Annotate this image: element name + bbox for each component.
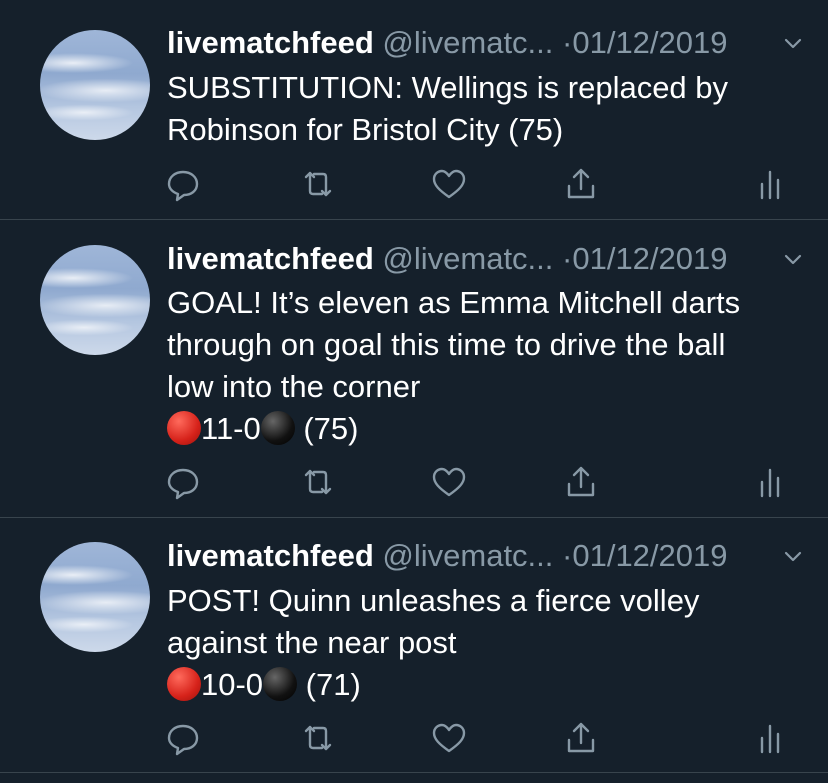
tweet-text-line: SUBSTITUTION: Wellings is replaced by xyxy=(167,70,729,105)
user-handle[interactable]: @livematc... xyxy=(382,25,553,60)
red-ball-icon xyxy=(167,411,201,445)
tweet[interactable]: livematchfeed @livematc... ·01/12/2019 S… xyxy=(0,0,828,220)
score-line: 11-0 (75) xyxy=(167,408,798,450)
tweet-text: GOAL! It’s eleven as Emma Mitchell darts… xyxy=(167,282,798,450)
retweet-icon[interactable] xyxy=(298,718,338,758)
tweet-actions xyxy=(0,164,828,204)
tweet-header: livematchfeed @livematc... ·01/12/2019 xyxy=(167,536,808,576)
retweet-icon[interactable] xyxy=(298,462,338,502)
user-name[interactable]: livematchfeed xyxy=(167,25,374,60)
tweet-header: livematchfeed @livematc... ·01/12/2019 xyxy=(167,239,808,279)
avatar[interactable] xyxy=(40,30,150,140)
tweet-text-line: GOAL! It’s eleven as Emma Mitchell darts xyxy=(167,285,741,320)
share-icon[interactable] xyxy=(561,164,601,204)
tweet[interactable]: livematchfeed @livematc... ·01/12/2019 P… xyxy=(0,518,828,773)
user-handle[interactable]: @livematc... xyxy=(382,241,553,276)
reply-icon[interactable] xyxy=(163,462,203,502)
tweet-actions xyxy=(0,462,828,502)
tweet-date[interactable]: 01/12/2019 xyxy=(572,538,727,573)
like-icon[interactable] xyxy=(429,718,469,758)
black-ball-icon xyxy=(263,667,298,701)
tweet-text-line: low into the corner xyxy=(167,369,421,404)
chevron-down-icon[interactable] xyxy=(778,239,808,279)
separator-dot: · xyxy=(562,538,573,573)
like-icon[interactable] xyxy=(429,164,469,204)
score-text: 11-0 xyxy=(201,411,261,446)
retweet-icon[interactable] xyxy=(298,164,338,204)
tweet-text-line: through on goal this time to drive the b… xyxy=(167,327,726,362)
tweet-actions xyxy=(0,718,828,758)
tweet-text-line: POST! Quinn unleashes a fierce volley xyxy=(167,583,700,618)
tweet-header: livematchfeed @livematc... ·01/12/2019 xyxy=(167,23,808,63)
user-name[interactable]: livematchfeed xyxy=(167,241,374,276)
tweet[interactable]: livematchfeed @livematc... ·01/12/2019 G… xyxy=(0,220,828,518)
match-minute: (75) xyxy=(294,411,359,446)
user-name[interactable]: livematchfeed xyxy=(167,538,374,573)
tweet-text: SUBSTITUTION: Wellings is replaced by Ro… xyxy=(167,67,798,151)
avatar[interactable] xyxy=(40,245,150,355)
tweet-text-line: against the near post xyxy=(167,625,457,660)
reply-icon[interactable] xyxy=(163,718,203,758)
avatar[interactable] xyxy=(40,542,150,652)
user-handle[interactable]: @livematc... xyxy=(382,538,553,573)
score-line: 10-0 (71) xyxy=(167,664,798,706)
analytics-icon[interactable] xyxy=(750,164,790,204)
tweet-date[interactable]: 01/12/2019 xyxy=(572,241,727,276)
share-icon[interactable] xyxy=(561,462,601,502)
like-icon[interactable] xyxy=(429,462,469,502)
red-ball-icon xyxy=(167,667,201,701)
share-icon[interactable] xyxy=(561,718,601,758)
chevron-down-icon[interactable] xyxy=(778,536,808,576)
reply-icon[interactable] xyxy=(163,164,203,204)
tweet-date[interactable]: 01/12/2019 xyxy=(572,25,727,60)
chevron-down-icon[interactable] xyxy=(778,23,808,63)
separator-dot: · xyxy=(562,241,573,276)
analytics-icon[interactable] xyxy=(750,718,790,758)
analytics-icon[interactable] xyxy=(750,462,790,502)
tweet-text: POST! Quinn unleashes a fierce volley ag… xyxy=(167,580,798,706)
black-ball-icon xyxy=(260,411,295,445)
score-text: 10-0 xyxy=(201,667,264,702)
separator-dot: · xyxy=(562,25,573,60)
match-minute: (71) xyxy=(297,667,361,702)
tweet-text-line: Robinson for Bristol City (75) xyxy=(167,112,564,147)
